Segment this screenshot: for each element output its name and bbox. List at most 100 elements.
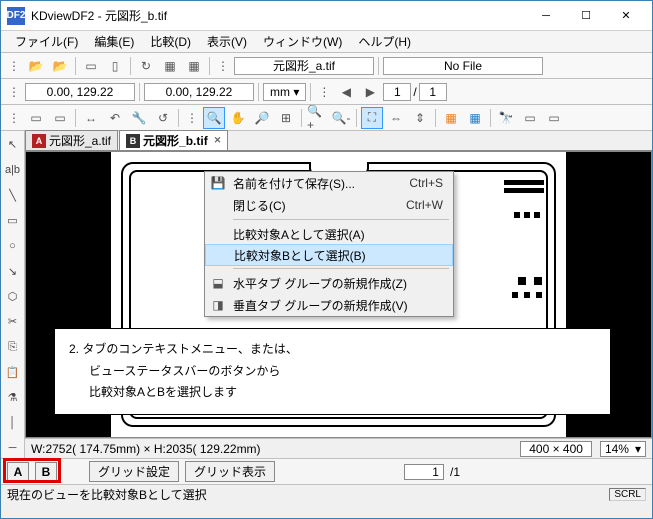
poly-tool[interactable]: ⬡ [3,287,23,306]
context-menu: 💾 名前を付けて保存(S)... Ctrl+S 閉じる(C) Ctrl+W 比較… [204,171,454,317]
separator [435,109,436,127]
separator [310,83,311,101]
file-b-display: No File [383,57,543,75]
menu-close[interactable]: 閉じる(C) Ctrl+W [205,194,453,216]
rotate-button[interactable]: ↻ [135,55,157,77]
grip-icon: ⋮ [5,81,23,103]
grid-show-button[interactable]: グリッド表示 [185,461,275,482]
separator [139,83,140,101]
arrow-tool[interactable]: ↘ [3,262,23,281]
close-button[interactable]: ✕ [606,3,646,29]
separator [378,57,379,75]
tile-v-button[interactable]: ▯ [104,55,126,77]
left-toolbar: ↖ a|b ╲ ▭ ○ ↘ ⬡ ✂ ⎘ 📋 ⚗ │ ─ [1,131,25,458]
menu-select-b[interactable]: 比較対象Bとして選択(B) [205,244,453,266]
maximize-button[interactable]: ☐ [566,3,606,29]
hruler-tool[interactable]: ─ [3,439,23,458]
next-page-button[interactable]: ▶ [359,81,381,103]
select-b-button[interactable]: B [35,462,57,482]
menu-select-a[interactable]: 比較対象Aとして選択(A) [205,223,453,245]
tab-close-icon[interactable]: ✕ [214,135,222,146]
grip-icon: ⋮ [5,55,23,77]
overlay-button[interactable]: ▭ [519,107,541,129]
menu-edit[interactable]: 編集(E) [86,31,142,52]
select-a-button[interactable]: A [7,462,29,482]
magnify-button[interactable]: 🔎 [251,107,273,129]
minimize-button[interactable]: ─ [526,3,566,29]
menu-divider [233,219,449,220]
grid-orange-icon[interactable]: ▦ [440,107,462,129]
menu-htab-group[interactable]: ⬓ 水平タブ グループの新規作成(Z) [205,272,453,294]
menu-compare[interactable]: 比較(D) [142,31,199,52]
reset-button[interactable]: ↺ [152,107,174,129]
menubar: ファイル(F) 編集(E) 比較(D) 表示(V) ウィンドウ(W) ヘルプ(H… [1,31,652,53]
overlay2-button[interactable]: ▭ [543,107,565,129]
zoom-select[interactable]: 14%▾ [600,441,646,457]
zoom-in-button[interactable]: 🔍+ [306,107,328,129]
menu-vtab-group[interactable]: ◨ 垂直タブ グループの新規作成(V) [205,294,453,316]
rect-tool[interactable]: ▭ [3,211,23,230]
undo-button[interactable]: ↶ [104,107,126,129]
prev-page-button[interactable]: ◀ [335,81,357,103]
menu-help[interactable]: ヘルプ(H) [350,31,419,52]
ab-bar: A B グリッド設定 グリッド表示 1 /1 [1,458,652,484]
zoom-1-button[interactable]: ⊞ [275,107,297,129]
status-message: 現在のビューを比較対象Bとして選択 [7,486,207,503]
paste-tool[interactable]: 📋 [3,363,23,382]
tool-1[interactable]: ▭ [25,107,47,129]
unit-select[interactable]: mm ▾ [263,83,306,101]
pan-button[interactable]: ✋ [227,107,249,129]
callout-line3: 比較対象AとBを選択します [89,385,237,399]
open-a-button[interactable]: 📂 [25,55,47,77]
separator [301,109,302,127]
page-current[interactable]: 1 [383,83,411,101]
grip-icon: ⋮ [183,107,201,129]
circle-tool[interactable]: ○ [3,236,23,255]
layers-button[interactable]: ▦ [159,55,181,77]
coords-a: 0.00, 129.22 [25,83,135,101]
separator [75,57,76,75]
settings-button[interactable]: 🔧 [128,107,150,129]
menu-window[interactable]: ウィンドウ(W) [255,31,350,52]
text-tool[interactable]: a|b [3,160,23,179]
tab-b[interactable]: B 元図形_b.tif ✕ [119,130,228,150]
vruler-tool[interactable]: │ [3,413,23,432]
tab-a[interactable]: A 元図形_a.tif [25,130,118,150]
separator [75,109,76,127]
tab-b-label: 元図形_b.tif [143,132,208,149]
separator [258,83,259,101]
menu-divider [233,268,449,269]
grid-config-button[interactable]: グリッド設定 [89,461,179,482]
zoom-select-button[interactable]: 🔍 [203,107,225,129]
open-b-button[interactable]: 📂 [49,55,71,77]
binoculars-icon[interactable]: 🔭 [495,107,517,129]
tool-2[interactable]: ▭ [49,107,71,129]
view-status-bar: W:2752( 174.75mm) × H:2035( 129.22mm) 40… [25,438,652,458]
grip-icon: ⋮ [5,107,23,129]
menu-file[interactable]: ファイル(F) [7,31,86,52]
fit-button[interactable]: ⛶ [361,107,383,129]
tab-a-icon: A [32,134,46,148]
ab-page-current[interactable]: 1 [404,464,444,480]
workspace: ↖ a|b ╲ ▭ ○ ↘ ⬡ ✂ ⎘ 📋 ⚗ │ ─ A 元図形_a.tif … [1,131,652,458]
fit-height-button[interactable]: ⇕ [409,107,431,129]
line-tool[interactable]: ╲ [3,186,23,205]
menu-save-as[interactable]: 💾 名前を付けて保存(S)... Ctrl+S [205,172,453,194]
separator [130,57,131,75]
filter-tool[interactable]: ⚗ [3,388,23,407]
align-button[interactable]: ↔ [80,107,102,129]
tab-a-label: 元図形_a.tif [49,132,111,149]
tile-h-button[interactable]: ▭ [80,55,102,77]
menu-view[interactable]: 表示(V) [199,31,255,52]
grid-blue-icon[interactable]: ▦ [464,107,486,129]
fit-width-button[interactable]: ⇔ [385,107,407,129]
canvas[interactable]: 💾 名前を付けて保存(S)... Ctrl+S 閉じる(C) Ctrl+W 比較… [25,151,652,438]
menu-select-b-label: 比較対象Bとして選択(B) [234,247,366,264]
zoom-out-button[interactable]: 🔍- [330,107,352,129]
cursor-tool[interactable]: ↖ [3,135,23,154]
window-title: KDviewDF2 - 元図形_b.tif [31,7,526,24]
cut-tool[interactable]: ✂ [3,312,23,331]
copy-tool[interactable]: ⎘ [3,338,23,357]
menu-save-as-label: 名前を付けて保存(S)... [233,175,355,192]
layers2-button[interactable]: ▦ [183,55,205,77]
